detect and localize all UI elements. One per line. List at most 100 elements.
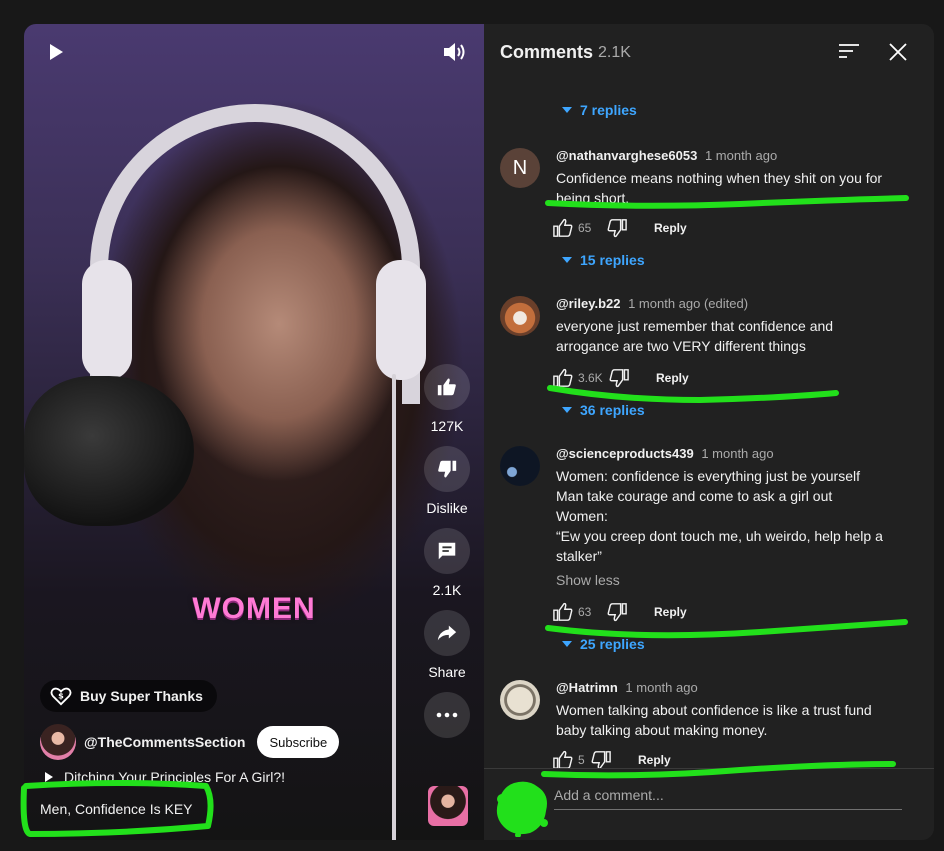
thumbs-down-icon[interactable] [590, 750, 612, 770]
short-actions: 127K Dislike 2.1K Share [420, 364, 474, 750]
caret-down-icon [562, 641, 572, 647]
caret-down-icon [562, 257, 572, 263]
play-icon[interactable] [46, 42, 66, 62]
user-avatar-scribble [496, 781, 548, 837]
comment-line: Man take courage and come to ask a girl … [556, 488, 833, 504]
more-button[interactable] [424, 692, 470, 738]
thumbs-up-icon[interactable] [552, 368, 574, 388]
comment-author[interactable]: @nathanvarghese6053 [556, 148, 697, 163]
comments-button[interactable] [424, 528, 470, 574]
more-action[interactable] [420, 692, 474, 738]
channel-avatar[interactable] [40, 724, 76, 760]
thumbs-up-icon [437, 378, 456, 396]
avatar[interactable]: N [500, 148, 540, 188]
avatar[interactable] [500, 680, 540, 720]
replies-toggle[interactable]: 7 replies [562, 102, 637, 118]
super-thanks-icon: $ [50, 687, 72, 706]
sort-icon[interactable] [838, 42, 860, 60]
more-dots-icon [436, 712, 458, 718]
dislike-action[interactable]: Dislike [420, 446, 474, 516]
play-small-icon [45, 772, 53, 782]
comment-thread: @Hatrimn 1 month ago Women talking about… [500, 680, 920, 770]
replies-toggle[interactable]: 25 replies [562, 636, 645, 652]
comment-author[interactable]: @riley.b22 [556, 296, 620, 311]
comment-body: everyone just remember that confidence a… [556, 318, 834, 354]
comment-header: @nathanvarghese6053 1 month ago [556, 148, 777, 163]
replies-toggle[interactable]: 15 replies [562, 252, 645, 268]
headphones-band [90, 104, 420, 404]
playlist-link[interactable]: Ditching Your Principles For A Girl?! [44, 769, 285, 785]
close-icon[interactable] [888, 42, 908, 62]
headphones-right-cup [376, 260, 426, 380]
comment-author[interactable]: @Hatrimn [556, 680, 618, 695]
reply-button[interactable]: Reply [654, 605, 687, 619]
comment-time[interactable]: 1 month ago (edited) [628, 296, 748, 311]
thumbs-up-icon[interactable] [552, 218, 574, 238]
comment-line: “Ew you creep dont touch me, uh weirdo, … [556, 528, 883, 564]
share-action[interactable]: Share [420, 610, 474, 680]
comment-time[interactable]: 1 month ago [705, 148, 777, 163]
comment-actions: 5 Reply [552, 750, 671, 770]
comment-actions: 65 Reply [552, 218, 687, 238]
microphone [24, 376, 194, 526]
add-comment-bar: Add a comment... [484, 768, 934, 840]
like-count: 5 [578, 753, 585, 767]
video-player[interactable]: WOMEN 127K Dislike 2.1K Share $ Buy Supe… [24, 24, 484, 840]
like-count: 63 [578, 605, 592, 619]
comment-body: Women talking about confidence is like a… [556, 702, 872, 738]
thumbs-down-icon[interactable] [606, 602, 628, 622]
like-count: 3.6K [578, 371, 603, 385]
like-button[interactable] [424, 364, 470, 410]
reply-button[interactable]: Reply [638, 753, 671, 767]
comment-author[interactable]: @scienceproducts439 [556, 446, 694, 461]
super-thanks-button[interactable]: $ Buy Super Thanks [40, 680, 217, 712]
comments-action[interactable]: 2.1K [420, 528, 474, 598]
comments-header: Comments 2.1K [484, 24, 934, 80]
comment-thread: @scienceproducts439 1 month ago Women: c… [500, 446, 920, 646]
volume-icon[interactable] [442, 40, 468, 64]
comment-line: Women: confidence is everything just be … [556, 468, 861, 484]
super-thanks-label: Buy Super Thanks [80, 688, 203, 704]
headphones-left-cup [82, 260, 132, 380]
comments-panel: 7 replies N @nathanvarghese6053 1 month … [484, 24, 934, 840]
caption-overlay: WOMEN [192, 592, 316, 625]
thumbs-up-icon[interactable] [552, 602, 574, 622]
channel-name[interactable]: @TheCommentsSection [84, 734, 245, 750]
comment-body: Confidence means nothing when they shit … [556, 170, 883, 206]
comment-header: @scienceproducts439 1 month ago [556, 446, 774, 461]
like-action[interactable]: 127K [420, 364, 474, 434]
thumbs-down-icon[interactable] [606, 218, 628, 238]
dislike-button[interactable] [424, 446, 470, 492]
replies-toggle[interactable]: 36 replies [562, 402, 645, 418]
comment-time[interactable]: 1 month ago [625, 680, 697, 695]
share-button[interactable] [424, 610, 470, 656]
show-less-link[interactable]: Show less [556, 572, 620, 588]
thumbs-down-icon[interactable] [608, 368, 630, 388]
playlist-title: Ditching Your Principles For A Girl?! [64, 769, 285, 785]
comment-thread: @riley.b22 1 month ago (edited) everyone… [500, 296, 920, 416]
comments-count: 2.1K [598, 44, 631, 61]
caret-down-icon [562, 407, 572, 413]
reply-button[interactable]: Reply [656, 371, 689, 385]
reply-button[interactable]: Reply [654, 221, 687, 235]
comment-actions: 63 Reply [552, 602, 687, 622]
dislike-label: Dislike [426, 500, 468, 516]
avatar[interactable] [500, 296, 540, 336]
comment-body: Women: confidence is everything just be … [556, 466, 896, 566]
share-icon [437, 625, 457, 641]
avatar[interactable] [500, 446, 540, 486]
like-count: 127K [430, 418, 464, 434]
sound-thumbnail[interactable] [428, 786, 468, 826]
comment-time[interactable]: 1 month ago [701, 446, 773, 461]
comments-title: Comments [500, 42, 594, 62]
channel-row: @TheCommentsSection Subscribe [40, 724, 340, 760]
thumbs-up-icon[interactable] [552, 750, 574, 770]
like-count: 65 [578, 221, 592, 235]
subscribe-button[interactable]: Subscribe [257, 726, 340, 758]
comment-header: @riley.b22 1 month ago (edited) [556, 296, 748, 311]
comment-line: Women: [556, 508, 608, 524]
comment-header: @Hatrimn 1 month ago [556, 680, 698, 695]
add-comment-input[interactable]: Add a comment... [554, 787, 902, 810]
video-title: Men, Confidence Is KEY [40, 801, 193, 817]
comment-icon [438, 542, 456, 560]
